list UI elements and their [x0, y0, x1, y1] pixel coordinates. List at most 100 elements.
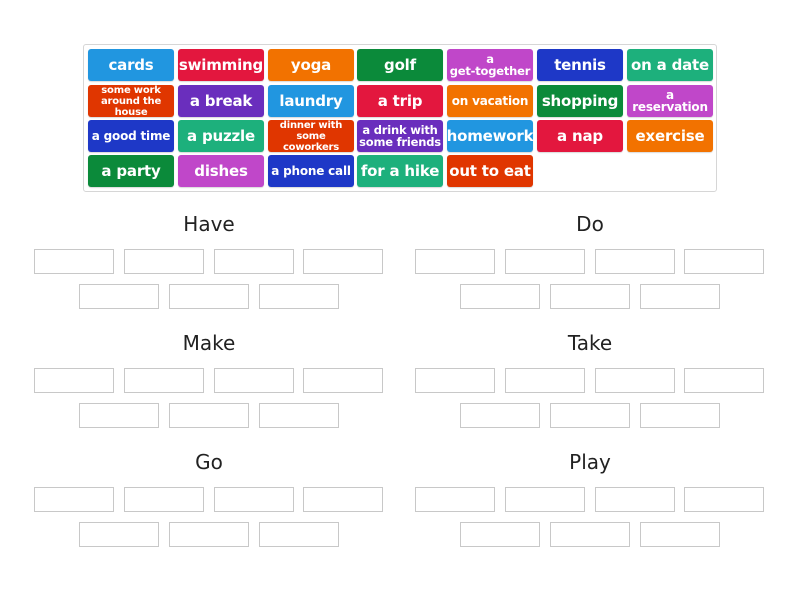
tile-label: laundry [279, 91, 343, 110]
category-title-go: Go [195, 450, 223, 474]
drop-slot-go[interactable] [303, 487, 383, 512]
word-bank: cards swimming yoga golf a get-together tennis… [83, 44, 717, 192]
tile-label: a phone call [271, 164, 351, 178]
drop-slot-go[interactable] [259, 522, 339, 547]
tile-label: a party [101, 161, 161, 180]
word-tile[interactable]: some work around the house [88, 85, 174, 118]
word-tile[interactable]: a get-together [447, 49, 533, 81]
drop-slot-play[interactable] [505, 487, 585, 512]
tile-label: exercise [635, 126, 705, 145]
tile-label: dishes [194, 161, 248, 180]
tile-label: a trip [377, 91, 423, 110]
word-tile[interactable]: a phone call [268, 155, 354, 187]
word-tile[interactable]: a puzzle [178, 120, 264, 152]
drop-slot-play[interactable] [684, 487, 764, 512]
drop-slot-have[interactable] [169, 284, 249, 309]
drop-slot-make[interactable] [34, 368, 114, 393]
word-tile[interactable]: a party [88, 155, 174, 187]
tile-label: a reservation [632, 88, 708, 114]
word-tile[interactable]: exercise [627, 120, 713, 152]
drop-slot-have[interactable] [303, 249, 383, 274]
tile-label: a good time [91, 129, 171, 143]
tile-label-line: dinner with [279, 119, 343, 131]
category-title-take: Take [567, 331, 613, 355]
word-tile[interactable]: golf [357, 49, 443, 81]
drop-slot-do[interactable] [684, 249, 764, 274]
drop-slot-go[interactable] [79, 522, 159, 547]
drop-slot-do[interactable] [505, 249, 585, 274]
word-tile[interactable]: a good time [88, 120, 174, 152]
drop-slot-do[interactable] [640, 284, 720, 309]
tile-label-line: some friends [359, 135, 441, 149]
drop-slot-take[interactable] [595, 368, 675, 393]
drop-slot-have[interactable] [124, 249, 204, 274]
word-tile[interactable]: yoga [268, 49, 354, 81]
drop-slot-take[interactable] [684, 368, 764, 393]
tile-label-line: get-together [449, 64, 531, 78]
drop-slot-play[interactable] [550, 522, 630, 547]
drop-slot-take[interactable] [460, 403, 540, 428]
drop-slot-do[interactable] [595, 249, 675, 274]
drop-slot-make[interactable] [259, 403, 339, 428]
word-tile[interactable]: tennis [537, 49, 623, 81]
category-title-make: Make [182, 331, 236, 355]
drop-slot-go[interactable] [169, 522, 249, 547]
tile-label: tennis [554, 55, 606, 74]
drop-slot-go[interactable] [34, 487, 114, 512]
tile-label: cards [108, 55, 154, 74]
drop-slot-make[interactable] [214, 368, 294, 393]
tile-label: for a hike [360, 161, 440, 180]
word-tile[interactable]: laundry [268, 85, 354, 117]
drop-slot-have[interactable] [34, 249, 114, 274]
word-tile[interactable]: a break [178, 85, 264, 117]
drop-slot-play[interactable] [595, 487, 675, 512]
word-tile[interactable]: a drink with some friends [357, 120, 443, 152]
drop-slot-take[interactable] [415, 368, 495, 393]
tile-label-line: around the house [100, 95, 162, 118]
word-tile[interactable]: a nap [537, 120, 623, 152]
tile-label: golf [384, 55, 416, 74]
word-tile[interactable]: on vacation [447, 85, 533, 117]
drop-slot-play[interactable] [460, 522, 540, 547]
drop-slot-have[interactable] [214, 249, 294, 274]
tile-label: homework [446, 126, 534, 145]
drop-slot-make[interactable] [303, 368, 383, 393]
drop-slot-play[interactable] [640, 522, 720, 547]
drop-slot-take[interactable] [640, 403, 720, 428]
tile-label: yoga [290, 55, 332, 74]
tile-label: a puzzle [187, 126, 255, 145]
category-title-play: Play [569, 450, 611, 474]
word-tile[interactable]: shopping [537, 85, 623, 117]
drop-slot-make[interactable] [124, 368, 204, 393]
drop-slot-go[interactable] [124, 487, 204, 512]
category-title-have: Have [183, 212, 235, 236]
word-tile[interactable]: swimming [178, 49, 264, 81]
tile-label: on vacation [451, 94, 529, 108]
drop-slot-take[interactable] [505, 368, 585, 393]
word-tile[interactable]: a reservation [627, 85, 713, 117]
tile-label: a nap [557, 126, 603, 145]
drop-slot-have[interactable] [259, 284, 339, 309]
word-tile[interactable]: cards [88, 49, 174, 81]
drop-slot-do[interactable] [415, 249, 495, 274]
tile-label-line: some coworkers [282, 130, 340, 153]
word-tile[interactable]: out to eat [447, 155, 533, 187]
word-tile[interactable]: homework [446, 120, 534, 152]
tile-label: out to eat [449, 161, 531, 180]
word-tile[interactable]: dinner with some coworkers [268, 119, 354, 153]
drop-slot-do[interactable] [550, 284, 630, 309]
drop-slot-play[interactable] [415, 487, 495, 512]
drop-slot-take[interactable] [550, 403, 630, 428]
word-tile[interactable]: dishes [178, 155, 264, 187]
drop-slot-make[interactable] [79, 403, 159, 428]
tile-label: shopping [541, 91, 619, 110]
drop-slot-go[interactable] [214, 487, 294, 512]
word-tile[interactable]: on a date [627, 49, 713, 81]
tile-label: swimming [178, 55, 264, 74]
word-tile[interactable]: a trip [357, 85, 443, 117]
drop-slot-make[interactable] [169, 403, 249, 428]
drop-slot-have[interactable] [79, 284, 159, 309]
category-title-do: Do [576, 212, 604, 236]
word-tile[interactable]: for a hike [357, 155, 443, 187]
drop-slot-do[interactable] [460, 284, 540, 309]
